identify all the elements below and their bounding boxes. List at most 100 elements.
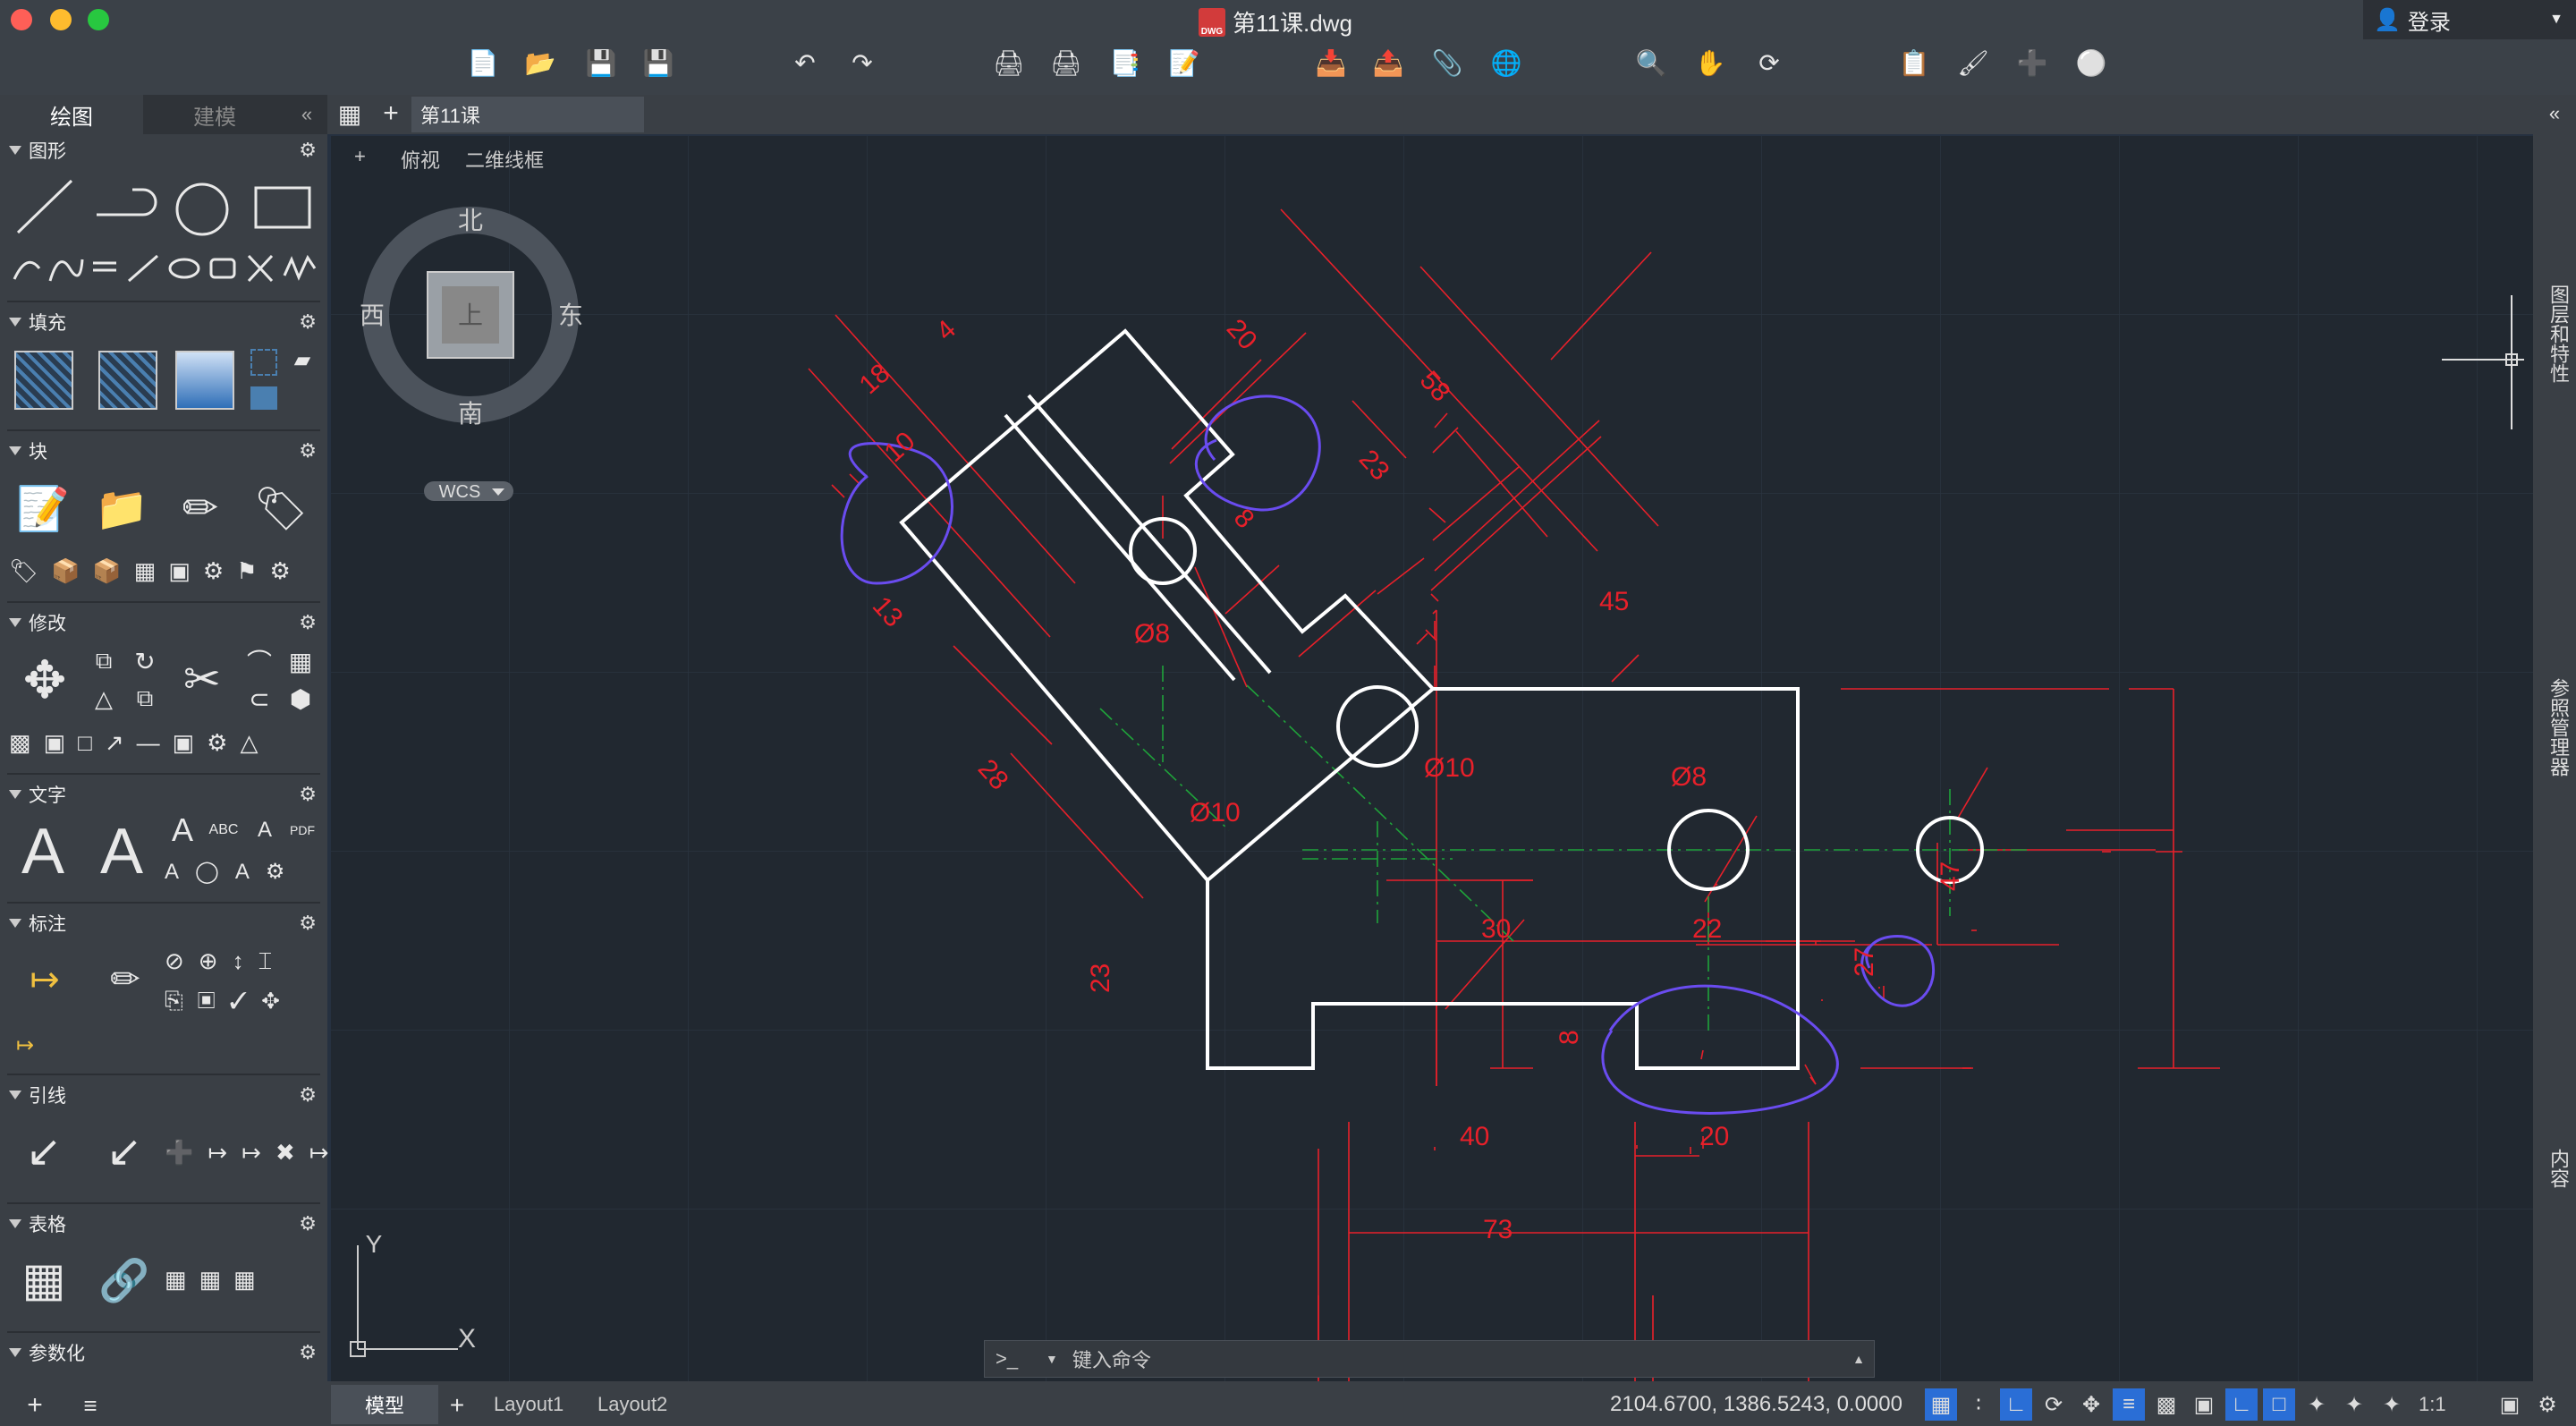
section-block[interactable]: 块 ⚙ [0, 437, 327, 465]
redo-icon[interactable]: ↷ [846, 47, 878, 79]
stretch-icon[interactable]: ⧉ [129, 683, 161, 714]
orbit-icon[interactable]: ⟳ [1753, 47, 1785, 79]
tab-layout2[interactable]: Layout2 [597, 1385, 667, 1424]
edit-block-icon[interactable]: ✏ [172, 480, 229, 537]
dynamic-ucs-icon[interactable]: ∟ [2225, 1388, 2258, 1421]
match-properties-icon[interactable]: 🖌 [1957, 47, 1989, 79]
multiline-text-icon[interactable]: A [14, 816, 72, 887]
region-icon[interactable]: ▰ [288, 347, 317, 372]
hatch-icon[interactable] [14, 351, 73, 410]
annotation-scale-value[interactable]: 1:1 [2419, 1388, 2446, 1421]
block-small-tools-icon[interactable]: 🏷📦📦▦▣⚙⚑⚙ [9, 553, 318, 589]
tab-model[interactable]: 模型 [331, 1385, 438, 1424]
dimension-tools-row2-icon[interactable]: ⎘▣✓✥ [165, 984, 322, 1018]
gear-icon[interactable]: ⚙ [299, 611, 317, 634]
command-line[interactable]: >_ ▼ 键入命令 ▲ [984, 1340, 1875, 1378]
section-parametric[interactable]: 参数化 ⚙ [0, 1338, 327, 1367]
login-button[interactable]: 👤 登录 ▼ [2363, 0, 2576, 39]
dimension-break-icon[interactable]: ↦ [9, 1029, 41, 1061]
command-prompt-icon[interactable]: >_ [996, 1347, 1046, 1371]
gear-icon[interactable]: ⚙ [299, 1341, 317, 1364]
3d-box-icon[interactable]: ⬢ [284, 683, 317, 714]
fillet-icon[interactable]: ⌒ [243, 646, 275, 676]
leader-edit-icon[interactable]: ↙ [93, 1122, 156, 1181]
page-setup-icon[interactable]: 📝 [1168, 47, 1200, 79]
chevron-down-icon[interactable]: ▼ [1046, 1352, 1058, 1366]
modify-small-tools-icon[interactable]: ▩▣□↗—▣⚙△ [9, 725, 318, 760]
single-line-text-icon[interactable]: A [93, 816, 150, 887]
polar-toggle-icon[interactable]: ⟳ [2038, 1388, 2070, 1421]
dimension-icon[interactable]: ↦ [13, 950, 77, 1009]
gear-icon[interactable]: ⚙ [299, 310, 317, 334]
tab-draw[interactable]: 绘图 [0, 95, 143, 134]
close-window-button[interactable] [11, 9, 32, 30]
minimize-window-button[interactable] [50, 9, 72, 30]
workspace-icon[interactable]: ▣ [2494, 1388, 2526, 1421]
transparency-toggle-icon[interactable]: ▩ [2150, 1388, 2182, 1421]
tab-layout1[interactable]: Layout1 [494, 1385, 564, 1424]
save-icon[interactable]: 💾 [585, 47, 617, 79]
dimension-tools-row1-icon[interactable]: ⊘⊕↕⌶ [165, 945, 322, 979]
section-table[interactable]: 表格 ⚙ [0, 1210, 327, 1238]
new-layout-icon[interactable]: + [444, 1391, 470, 1419]
lineweight-toggle-icon[interactable]: ≡ [2113, 1388, 2145, 1421]
section-hatch[interactable]: 填充 ⚙ [0, 308, 327, 336]
move-icon[interactable]: ✥ [14, 649, 75, 710]
ortho-toggle-icon[interactable]: ∟ [2000, 1388, 2032, 1421]
import-icon[interactable]: 📥 [1315, 47, 1347, 79]
new-tab-icon[interactable]: + [376, 98, 406, 129]
layer-tools-icon[interactable]: ⚪ [2075, 47, 2107, 79]
properties-icon[interactable]: 📋 [1898, 47, 1930, 79]
layers-properties-panel[interactable]: 图层和特性 [2544, 284, 2572, 383]
block-attribute-icon[interactable]: 🏷 [252, 480, 309, 537]
open-file-icon[interactable]: 📂 [524, 47, 556, 79]
selection-cycling-icon[interactable]: ▣ [2188, 1388, 2220, 1421]
layout-list-icon[interactable]: ≡ [77, 1392, 104, 1419]
tab-grid-icon[interactable]: ▦ [335, 98, 365, 129]
section-shapes[interactable]: 图形 ⚙ [0, 136, 327, 165]
undo-icon[interactable]: ↶ [789, 47, 821, 79]
tab-document[interactable]: 第11课 [411, 97, 644, 132]
expand-panel-icon[interactable]: « [2538, 100, 2571, 127]
tab-modeling[interactable]: 建模 [143, 95, 286, 134]
find-text-icon[interactable]: A [247, 812, 283, 848]
pdf-text-icon[interactable]: PDF [284, 812, 320, 848]
new-file-icon[interactable]: 📄 [467, 47, 499, 79]
spell-check-icon[interactable]: ABC [206, 812, 242, 848]
table-icon[interactable]: ▦ [13, 1251, 75, 1310]
wipeout-icon[interactable] [250, 386, 277, 410]
section-text[interactable]: 文字 ⚙ [0, 780, 327, 809]
export-icon[interactable]: 📤 [1372, 47, 1404, 79]
attach-icon[interactable]: 📎 [1431, 47, 1463, 79]
settings-gear-icon[interactable]: ⚙ [2531, 1388, 2563, 1421]
gear-icon[interactable]: ⚙ [299, 139, 317, 162]
zoom-icon[interactable]: 🔍 [1635, 47, 1667, 79]
quick-dimension-icon[interactable]: ✏ [93, 950, 157, 1009]
rotate-icon[interactable]: ↻ [129, 646, 161, 676]
gear-icon[interactable]: ⚙ [299, 912, 317, 935]
text-style-icon[interactable]: A [165, 811, 200, 848]
save-as-icon[interactable]: 💾 [642, 47, 674, 79]
command-input[interactable]: 键入命令 [1072, 1345, 1852, 1373]
cursor-coordinates[interactable]: 2104.6700, 1386.5243, 0.0000 [1610, 1392, 1902, 1417]
add-layout-icon[interactable]: + [21, 1390, 48, 1420]
add-layer-icon[interactable]: ➕ [2016, 47, 2048, 79]
maximize-window-button[interactable] [88, 9, 109, 30]
osnap-toggle-icon[interactable]: ✥ [2075, 1388, 2107, 1421]
chevron-up-icon[interactable]: ▲ [1852, 1352, 1865, 1366]
mirror-icon[interactable]: △ [88, 683, 120, 714]
section-modify[interactable]: 修改 ⚙ [0, 608, 327, 637]
table-tools-icon[interactable]: ▦▦▦ [165, 1245, 256, 1313]
section-leader[interactable]: 引线 ⚙ [0, 1081, 327, 1109]
plot-icon[interactable]: 🖨 [993, 47, 1025, 79]
annotation-visibility-icon[interactable]: ✦ [2301, 1388, 2333, 1421]
gear-icon[interactable]: ⚙ [299, 1083, 317, 1107]
pan-icon[interactable]: ✋ [1694, 47, 1726, 79]
copy-icon[interactable]: ⧉ [88, 646, 120, 676]
gradient-icon[interactable] [175, 351, 234, 410]
create-block-icon[interactable]: 📝 [14, 480, 72, 537]
annotation-scale-icon[interactable]: ✦ [2376, 1388, 2408, 1421]
content-panel[interactable]: 内容 [2544, 1149, 2572, 1188]
share-icon[interactable]: 🌐 [1490, 47, 1522, 79]
array-icon[interactable]: ▦ [284, 646, 317, 676]
